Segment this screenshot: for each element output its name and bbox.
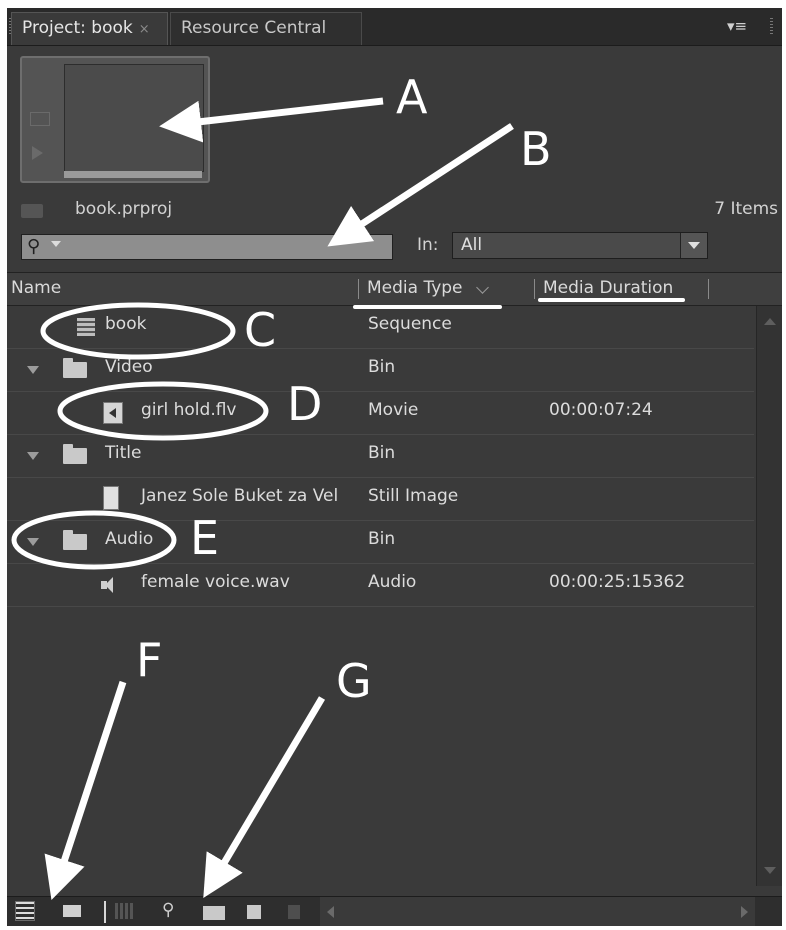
preview-scrub-bar[interactable]	[64, 171, 202, 178]
annotation-label-c: C	[244, 303, 277, 357]
annotation-label-a: A	[396, 70, 428, 124]
scroll-left-icon[interactable]	[327, 906, 334, 918]
automate-to-sequence-icon[interactable]	[115, 903, 133, 919]
tab-project-label: Project: book	[22, 18, 133, 38]
list-item[interactable]: book Sequence	[7, 306, 754, 349]
icon-view-icon[interactable]	[63, 905, 81, 917]
tab-resource-central[interactable]: Resource Central	[170, 12, 362, 45]
annotation-label-b: B	[520, 122, 552, 176]
annotation-label-g: G	[336, 654, 372, 708]
still-image-icon	[103, 486, 119, 510]
list-item[interactable]: Title Bin	[7, 435, 754, 478]
list-item[interactable]: Janez Sole Buket za Vel Still Image	[7, 478, 754, 521]
item-name: girl hold.flv	[141, 400, 237, 420]
project-panel: Project: book × Resource Central ▾≡ book.…	[7, 8, 782, 926]
annotation-label-f: F	[136, 633, 163, 687]
column-header: Name Media Type Media Duration	[7, 272, 782, 306]
disclosure-triangle-icon[interactable]	[27, 452, 39, 460]
clear-icon[interactable]	[288, 905, 300, 919]
new-item-icon[interactable]	[247, 905, 261, 919]
in-select-value: All	[461, 235, 483, 255]
horizontal-scrollbar[interactable]	[320, 897, 755, 926]
item-type: Bin	[368, 357, 396, 377]
column-media-duration[interactable]: Media Duration	[543, 278, 673, 298]
list-item[interactable]: female voice.wav Audio 00:00:25:15362	[7, 564, 754, 607]
item-type: Sequence	[368, 314, 452, 334]
search-input[interactable]: ⚲	[21, 234, 393, 260]
item-name: Audio	[105, 529, 154, 549]
annotation-label-d: D	[287, 377, 323, 431]
panel-grip-right[interactable]	[770, 18, 773, 36]
scroll-down-icon[interactable]	[764, 867, 776, 874]
movie-icon	[103, 402, 123, 424]
sort-chevron-icon[interactable]	[476, 281, 489, 294]
item-name: Video	[105, 357, 153, 377]
search-dropdown-icon[interactable]	[51, 241, 61, 247]
project-folder-icon	[21, 204, 43, 218]
chevron-down-icon[interactable]	[680, 233, 707, 258]
thumbnail-preview	[20, 56, 210, 183]
in-label: In:	[417, 235, 439, 255]
tab-resource-label: Resource Central	[181, 18, 327, 38]
item-type: Still Image	[368, 486, 459, 506]
preview-screen	[64, 64, 204, 172]
item-type: Bin	[368, 443, 396, 463]
disclosure-triangle-icon[interactable]	[27, 366, 39, 374]
scroll-right-icon[interactable]	[741, 906, 748, 918]
item-name: Janez Sole Buket za Vel	[141, 486, 339, 506]
list-item[interactable]: girl hold.flv Movie 00:00:07:24	[7, 392, 754, 435]
list-item[interactable]: Audio Bin	[7, 521, 754, 564]
find-icon[interactable]: ⚲	[162, 900, 174, 920]
panel-menu-icon[interactable]: ▾≡	[727, 17, 747, 35]
item-type: Movie	[368, 400, 419, 420]
item-name: book	[105, 314, 147, 334]
tab-project[interactable]: Project: book ×	[11, 12, 168, 45]
toolbar-divider	[104, 901, 106, 923]
item-name: female voice.wav	[141, 572, 290, 592]
project-file-name: book.prproj	[75, 199, 173, 219]
folder-icon	[63, 358, 87, 378]
column-name[interactable]: Name	[11, 278, 61, 298]
scroll-up-icon[interactable]	[764, 318, 776, 325]
list-item[interactable]: Video Bin	[7, 349, 754, 392]
project-list: book Sequence Video Bin girl hold.flv Mo…	[7, 306, 754, 607]
folder-icon	[63, 530, 87, 550]
items-count: 7 Items	[714, 199, 778, 219]
item-type: Audio	[368, 572, 417, 592]
in-select[interactable]: All	[452, 232, 708, 259]
column-divider[interactable]	[534, 279, 535, 299]
folder-icon	[63, 444, 87, 464]
sequence-icon	[77, 318, 95, 336]
item-duration: 00:00:07:24	[549, 400, 653, 420]
tab-bar: Project: book × Resource Central ▾≡	[7, 8, 782, 46]
disclosure-triangle-icon[interactable]	[27, 538, 39, 546]
audio-icon	[101, 574, 123, 596]
play-icon[interactable]	[32, 146, 43, 160]
search-icon[interactable]: ⚲	[27, 236, 40, 257]
new-bin-icon[interactable]	[203, 906, 225, 920]
column-divider[interactable]	[358, 279, 359, 299]
item-type: Bin	[368, 529, 396, 549]
tab-close-icon[interactable]: ×	[139, 22, 150, 37]
bottom-toolbar: ⚲	[7, 896, 782, 926]
vertical-scrollbar[interactable]	[756, 306, 782, 886]
item-duration: 00:00:25:15362	[549, 572, 686, 592]
poster-frame-icon[interactable]	[30, 112, 50, 126]
list-view-icon[interactable]	[15, 901, 35, 921]
item-name: Title	[105, 443, 142, 463]
column-media-type[interactable]: Media Type	[367, 278, 463, 298]
annotation-label-e: E	[190, 511, 220, 565]
column-divider[interactable]	[708, 279, 709, 299]
